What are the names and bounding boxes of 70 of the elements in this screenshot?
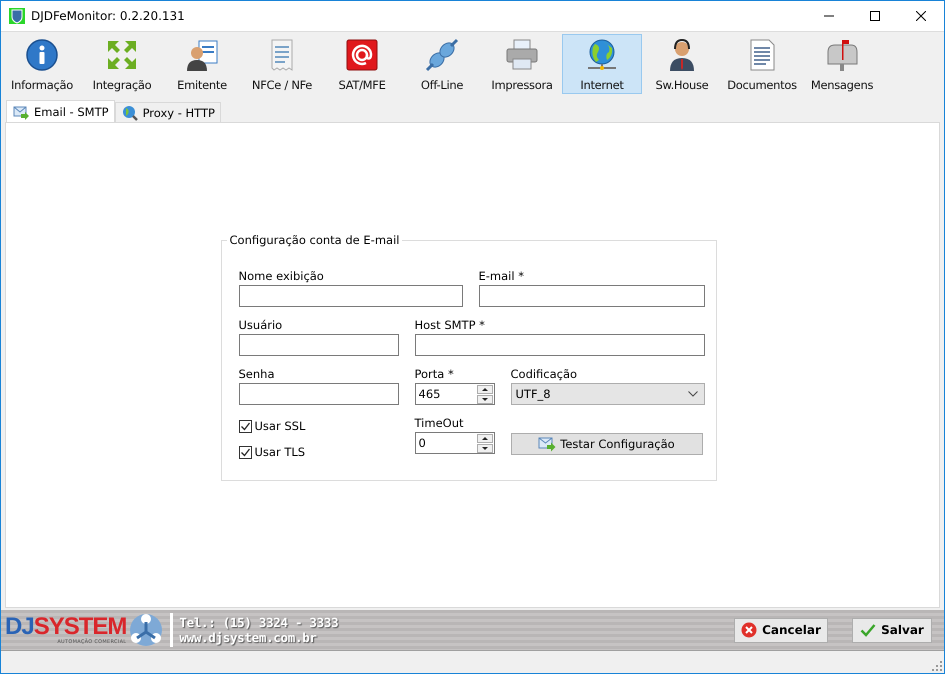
field-label: Porta * (414, 367, 455, 381)
resize-grip-icon (932, 661, 942, 671)
test-button[interactable]: Testar Configuração (510, 433, 702, 455)
toolbar-button[interactable]: Impressora (482, 34, 562, 94)
phone-text: Tel.: (15) 3324 - 3333 (179, 615, 338, 630)
field-label: E-mail * (478, 269, 525, 283)
globe-search-icon (122, 104, 138, 120)
toolbar-button[interactable]: SAT/MFE (322, 34, 402, 94)
up-arrow-icon (482, 388, 488, 390)
checkbox[interactable] (238, 420, 252, 432)
input-field[interactable] (238, 383, 398, 405)
field-label: Senha (238, 367, 276, 381)
spin-up-button[interactable] (476, 384, 492, 394)
checkbox[interactable] (238, 446, 252, 458)
person-card-icon (185, 38, 219, 72)
field-label: Usuário (238, 318, 284, 332)
tab[interactable]: Proxy - HTTP (114, 102, 221, 122)
logo-text: DJSYSTEM (5, 615, 126, 639)
field-label: Nome exibição (238, 269, 325, 283)
up-arrow-icon (482, 436, 488, 440)
input-field[interactable] (414, 334, 704, 356)
plug-icon (425, 38, 459, 72)
check-icon (860, 622, 876, 638)
logo-emblem-icon (128, 612, 164, 648)
close-icon[interactable] (916, 11, 926, 21)
down-arrow-icon (482, 398, 488, 400)
input-field[interactable] (478, 285, 704, 307)
printer-icon (505, 38, 539, 72)
spin-down-button[interactable] (476, 394, 492, 404)
spin-down-button[interactable] (476, 444, 492, 452)
spin-field[interactable]: 465 (414, 383, 494, 405)
toolbar-button[interactable]: NFCe / NFe (242, 34, 322, 94)
field-label: Host SMTP * (414, 318, 486, 332)
toolbar-button[interactable]: Documentos (722, 34, 802, 94)
check-icon (240, 420, 250, 432)
checkbox-label: Usar TLS (254, 445, 306, 459)
toolbar-button[interactable]: Internet (562, 34, 642, 94)
toolbar-button[interactable]: Sw.House (642, 34, 722, 94)
input-field[interactable] (238, 334, 398, 356)
field-label: TimeOut (414, 416, 464, 430)
info-icon (25, 38, 59, 72)
save-button[interactable]: Salvar (852, 618, 932, 642)
cancel-button[interactable]: Cancelar (734, 618, 828, 642)
toolbar-button[interactable]: Informação (2, 34, 82, 94)
toolbar-button[interactable]: Integração (82, 34, 162, 94)
envelope-arrow-icon (538, 436, 556, 452)
at-sign-icon (345, 38, 379, 72)
chevron-down-icon (688, 391, 698, 397)
arrows-icon (105, 38, 139, 72)
window-title: DJDFeMonitor: 0.2.20.131 (31, 9, 186, 23)
maximize-icon[interactable] (870, 11, 880, 21)
envelope-arrow-icon (13, 104, 29, 120)
spin-up-button[interactable] (476, 434, 492, 442)
cancel-icon (741, 622, 758, 638)
mailbox-icon (825, 38, 859, 72)
dropdown[interactable]: UTF_8 (510, 383, 704, 405)
group-title: Configuração conta de E-mail (226, 233, 402, 247)
checkbox-label: Usar SSL (254, 419, 306, 433)
toolbar-button[interactable]: Off-Line (402, 34, 482, 94)
toolbar-button[interactable]: Emitente (162, 34, 242, 94)
toolbar-button[interactable]: Mensagens (802, 34, 882, 94)
input-field[interactable] (238, 285, 462, 307)
tab[interactable]: Email - SMTP (6, 100, 115, 122)
shield-icon (9, 8, 25, 24)
website-text: www.djsystem.com.br (179, 630, 318, 645)
globe-icon (585, 38, 619, 72)
field-label: Codificação (510, 367, 578, 381)
down-arrow-icon (482, 446, 488, 450)
check-icon (240, 446, 250, 458)
spin-field[interactable]: 0 (414, 432, 494, 454)
